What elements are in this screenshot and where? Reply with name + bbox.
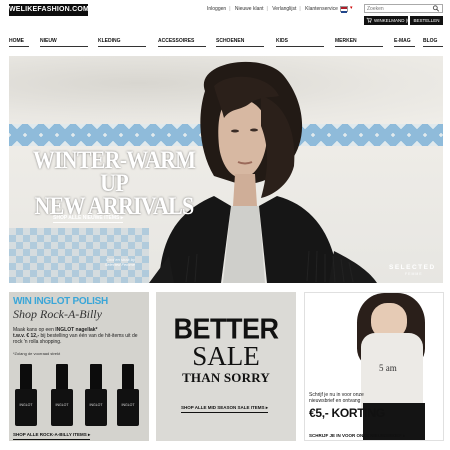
hero-title-line-1: WINTER-WARM UP: [32, 145, 196, 197]
order-button[interactable]: BESTELLEN: [410, 16, 443, 25]
inglot-promo-subtitle: Shop Rock-A-Billy: [13, 307, 102, 321]
divider: |: [299, 6, 301, 12]
nail-polish-bottle: INGLOT: [15, 364, 37, 426]
chevron-down-icon[interactable]: ▾: [350, 5, 353, 11]
search-icon[interactable]: [432, 5, 440, 12]
new-customer-link[interactable]: Nieuwe klant: [235, 6, 264, 12]
bottle-brand: INGLOT: [121, 403, 135, 407]
newsletter-signup-link[interactable]: SCHRIJF JE IN VOOR ONZE NIEUWSBRIEF ▸: [309, 433, 405, 440]
site-logo[interactable]: WELIKEFASHION.COM: [9, 4, 89, 16]
top-links: Inloggen | Nieuwe klant | Verlanglijst | Kl…: [206, 6, 339, 12]
brand-logo-sub: FEMME: [405, 272, 423, 276]
hero-banner[interactable]: WINTER-WARM UP NEW ARRIVALS SHOP ALLE NI…: [9, 56, 443, 283]
wishlist-link[interactable]: Verlanglijst: [272, 6, 296, 12]
customer-service-link[interactable]: Klantenservice: [305, 6, 338, 12]
nail-polish-bottle: INGLOT: [85, 364, 107, 426]
nav-kids[interactable]: KIDS: [276, 38, 324, 47]
nav-home[interactable]: HOME: [9, 38, 29, 47]
inglot-promo-panel[interactable]: WIN INGLOT POLISH Shop Rock-A-Billy Maak…: [9, 292, 149, 441]
nav-kleding[interactable]: KLEDING: [98, 38, 146, 47]
bottle-brand: INGLOT: [55, 403, 69, 407]
cart-label: WINKELMAND (0): [374, 18, 412, 23]
sale-headline-sale: SALE: [192, 341, 260, 371]
nav-emag[interactable]: E-MAG: [394, 38, 415, 47]
newsletter-promo-panel[interactable]: 5 am Schrijf je nu in voor onze nieuwsbr…: [304, 292, 444, 441]
hero-title: WINTER-WARM UP NEW ARRIVALS: [19, 145, 209, 218]
netherlands-flag-icon[interactable]: [340, 6, 348, 13]
bottle-brand: INGLOT: [89, 403, 103, 407]
bottle-brand: INGLOT: [19, 403, 33, 407]
login-link[interactable]: Inloggen: [207, 6, 226, 12]
main-nav: HOME NIEUW KLEDING ACCESSOIRES SCHOENEN …: [9, 38, 443, 48]
sale-promo-panel[interactable]: BETTER SALE THAN SORRY SHOP ALLE MID SEA…: [156, 292, 296, 441]
newsletter-discount: €5,- KORTING: [309, 406, 385, 420]
brand-logo: SELECTED: [389, 264, 436, 271]
nail-polish-bottle: INGLOT: [117, 364, 139, 426]
nav-accessoires[interactable]: ACCESSOIRES: [158, 38, 206, 47]
newsletter-text: Schrijf je nu in voor onze nieuwsbrief e…: [309, 392, 364, 404]
inglot-promo-text: Maak kans op een INGLOT nagellak* t.w.v.…: [13, 327, 145, 345]
cart-icon: [366, 17, 372, 23]
nav-schoenen[interactable]: SCHOENEN: [216, 38, 264, 47]
divider: |: [229, 6, 231, 12]
divider: |: [266, 6, 268, 12]
nail-polish-bottle: INGLOT: [51, 364, 73, 426]
nav-merken[interactable]: MERKEN: [335, 38, 383, 47]
shop-sale-link[interactable]: SHOP ALLE MID SEASON SALE ITEMS ▸: [181, 405, 269, 413]
shop-new-items-link[interactable]: SHOP ALLE NIEUWE ITEMS ▸: [53, 215, 124, 223]
sale-headline-better: BETTER: [173, 313, 280, 345]
nav-nieuw[interactable]: NIEUW: [40, 38, 88, 47]
nav-blog[interactable]: BLOG: [423, 38, 443, 47]
shop-rockabilly-link[interactable]: SHOP ALLE ROCK-A-BILLY ITEMS ▸: [13, 432, 91, 440]
inglot-promo-title: WIN INGLOT POLISH: [13, 296, 108, 307]
inglot-promo-note: *Zolang de voorraad strekt: [13, 351, 61, 356]
shirt-print: 5 am: [379, 363, 397, 373]
hero-caption: Cool en strak by Selected Femme: [104, 257, 135, 267]
sale-headline-sorry: THAN SORRY: [182, 370, 270, 385]
